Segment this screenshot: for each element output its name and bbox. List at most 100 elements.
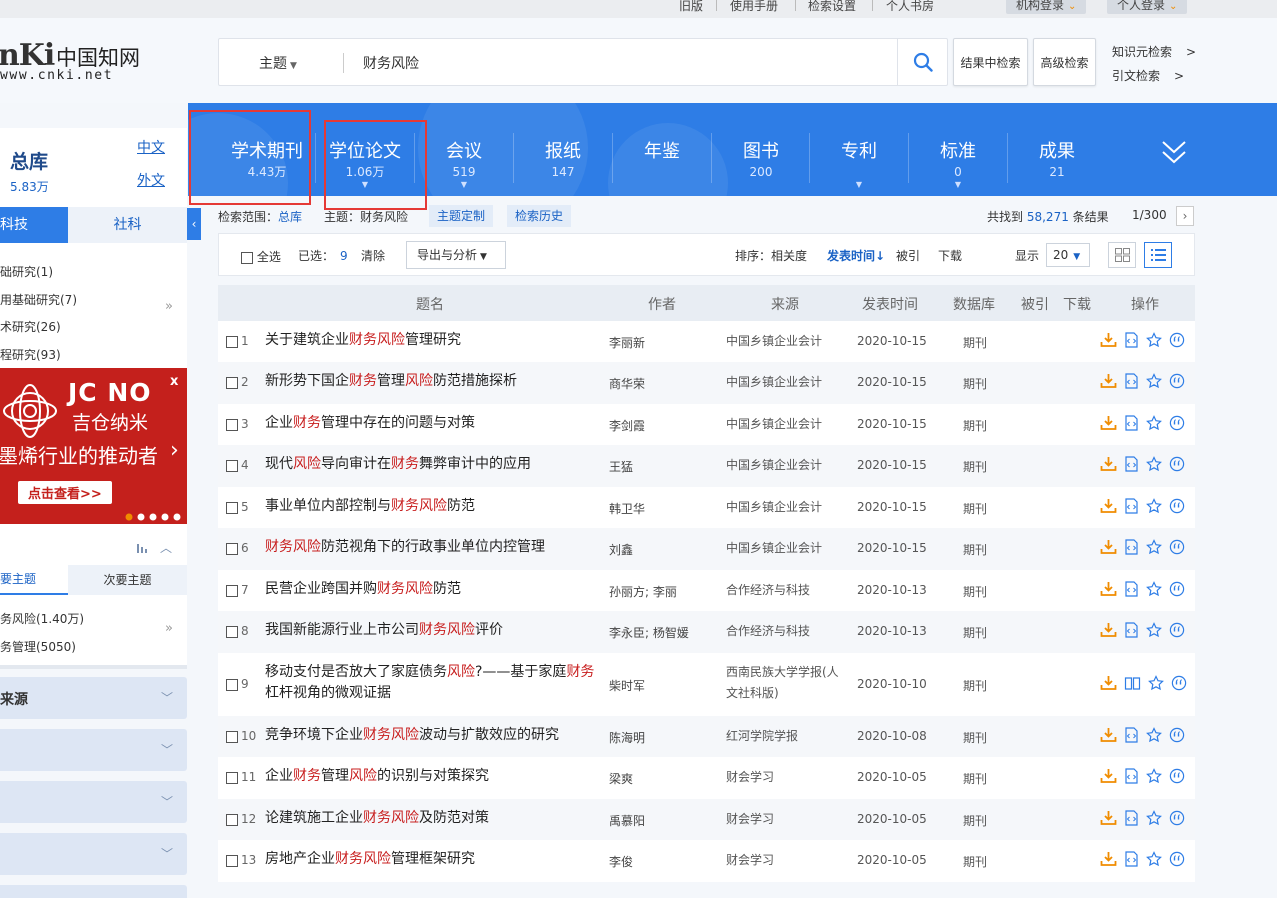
ad-cta-button[interactable]: 点击查看>> [18, 481, 112, 504]
topic-custom-button[interactable]: 主题定制 [429, 205, 494, 227]
nav-tab-8[interactable]: 成果 21 [1008, 140, 1106, 180]
download-icon[interactable] [1100, 768, 1117, 784]
more-chevron-icon[interactable]: » [165, 621, 173, 636]
bar-chart-icon[interactable] [136, 542, 150, 554]
favorite-star-icon[interactable] [1146, 498, 1162, 514]
nav-tab-5[interactable]: 图书 200 [712, 140, 810, 180]
caret-down-icon[interactable]: ▼ [415, 181, 513, 189]
result-title-link[interactable]: 我国新能源行业上市公司财务风险评价 [265, 620, 600, 641]
col-date[interactable]: 发表时间 [862, 294, 918, 314]
html-read-icon[interactable] [1124, 581, 1139, 597]
caret-down-icon[interactable]: ▼ [909, 181, 1007, 189]
row-checkbox[interactable] [226, 771, 238, 784]
download-icon[interactable] [1100, 498, 1117, 514]
cite-icon[interactable] [1169, 581, 1185, 597]
cite-icon[interactable] [1169, 768, 1185, 784]
nav-tab-6[interactable]: 专利 ▼ [810, 140, 908, 189]
select-all[interactable]: 全选 [241, 248, 281, 265]
row-checkbox[interactable] [226, 584, 238, 597]
nav-tab-2[interactable]: 会议 519 ▼ [415, 140, 513, 189]
row-checkbox[interactable] [226, 854, 238, 867]
sort-relevance[interactable]: 相关度 [771, 249, 807, 263]
author-link[interactable]: 李俊 [609, 853, 633, 870]
source-link[interactable]: 合作经济与科技 [726, 621, 848, 642]
ad-pager[interactable] [125, 511, 185, 524]
lang-chinese-link[interactable]: 中文 [137, 137, 165, 157]
row-checkbox[interactable] [226, 542, 238, 555]
author-link[interactable]: 禹慕阳 [609, 812, 645, 829]
author-link[interactable]: 李永臣; 杨智媛 [609, 624, 689, 641]
manual-link[interactable]: 使用手册 [730, 0, 778, 14]
list-view-button[interactable] [1144, 242, 1172, 268]
favorite-star-icon[interactable] [1146, 851, 1162, 867]
cite-icon[interactable] [1169, 332, 1185, 348]
result-title-link[interactable]: 移动支付是否放大了家庭债务风险?——基于家庭财务杠杆视角的微观证据 [265, 662, 600, 704]
source-link[interactable]: 中国乡镇企业会计 [726, 455, 848, 476]
result-title-link[interactable]: 企业财务管理风险的识别与对策探究 [265, 766, 600, 787]
cite-icon[interactable] [1169, 810, 1185, 826]
author-link[interactable]: 王猛 [609, 458, 633, 475]
institution-login-button[interactable]: 机构登录 ⌄ [1006, 0, 1087, 14]
html-read-icon[interactable] [1124, 415, 1139, 431]
page-size-select[interactable]: 20 ▼ [1046, 243, 1090, 267]
source-link[interactable]: 红河学院学报 [726, 726, 848, 747]
caret-down-icon[interactable]: ▼ [810, 181, 908, 189]
tab-main-topic[interactable]: 要主题 [0, 565, 68, 595]
row-checkbox[interactable] [226, 501, 238, 514]
select-all-checkbox[interactable] [241, 251, 253, 264]
author-link[interactable]: 梁爽 [609, 770, 633, 787]
personal-library-link[interactable]: 个人书房 [886, 0, 934, 14]
download-icon[interactable] [1100, 415, 1117, 431]
topic-item[interactable]: 务风险(1.40万) [0, 610, 84, 627]
export-analyze-dropdown[interactable]: 导出与分析 ▼ [406, 241, 506, 269]
html-read-icon[interactable] [1124, 456, 1139, 472]
advertisement-banner[interactable]: JC NO 吉仓纳米 墨烯行业的推动者 点击查看>> x › [0, 368, 187, 524]
download-icon[interactable] [1100, 539, 1117, 555]
author-link[interactable]: 商华荣 [609, 375, 645, 392]
ad-next-icon[interactable]: › [170, 438, 179, 463]
result-title-link[interactable]: 现代风险导向审计在财务舞弊审计中的应用 [265, 454, 600, 475]
author-link[interactable]: 刘鑫 [609, 541, 633, 558]
cite-icon[interactable] [1169, 539, 1185, 555]
html-read-icon[interactable] [1124, 539, 1139, 555]
search-settings-link[interactable]: 检索设置 [808, 0, 856, 14]
col-download[interactable]: 下载 [1063, 294, 1091, 314]
author-link[interactable]: 陈海明 [609, 729, 645, 746]
cite-icon[interactable] [1169, 415, 1185, 431]
collapse-topic-icon[interactable]: ︿ [160, 539, 172, 556]
lang-foreign-link[interactable]: 外文 [137, 170, 165, 190]
old-version-link[interactable]: 旧版 [679, 0, 703, 14]
author-link[interactable]: 李剑霞 [609, 417, 645, 434]
col-database[interactable]: 数据库 [953, 294, 995, 314]
row-checkbox[interactable] [226, 335, 238, 348]
col-source[interactable]: 来源 [771, 294, 799, 314]
author-link[interactable]: 柴时军 [609, 677, 645, 694]
html-read-icon[interactable] [1124, 498, 1139, 514]
scope-value[interactable]: 总库 [278, 210, 302, 224]
download-icon[interactable] [1100, 727, 1117, 743]
source-link[interactable]: 财会学习 [726, 809, 848, 830]
col-cited[interactable]: 被引 [1021, 294, 1049, 314]
result-title-link[interactable]: 事业单位内部控制与财务风险防范 [265, 496, 600, 517]
favorite-star-icon[interactable] [1146, 727, 1162, 743]
read-online-icon[interactable] [1124, 675, 1141, 691]
download-icon[interactable] [1100, 851, 1117, 867]
author-link[interactable]: 孙丽方; 李丽 [609, 583, 677, 600]
favorite-star-icon[interactable] [1146, 415, 1162, 431]
grid-view-button[interactable] [1108, 242, 1136, 268]
col-author[interactable]: 作者 [648, 294, 676, 314]
search-history-button[interactable]: 检索历史 [507, 205, 572, 227]
row-checkbox[interactable] [226, 418, 238, 431]
collapse-sidebar-button[interactable]: ‹ [187, 208, 201, 240]
source-link[interactable]: 中国乡镇企业会计 [726, 497, 848, 518]
result-title-link[interactable]: 房地产企业财务风险管理框架研究 [265, 849, 600, 870]
fold-section[interactable]: ﹀ [0, 781, 187, 823]
favorite-star-icon[interactable] [1146, 456, 1162, 472]
source-link[interactable]: 财会学习 [726, 850, 848, 871]
cnki-logo[interactable]: nKi 中国知网 www.cnki.net [0, 38, 140, 86]
next-page-button[interactable]: › [1176, 206, 1194, 226]
sort-download[interactable]: 下载 [938, 247, 962, 264]
html-read-icon[interactable] [1124, 727, 1139, 743]
favorite-star-icon[interactable] [1146, 768, 1162, 784]
favorite-star-icon[interactable] [1146, 622, 1162, 638]
